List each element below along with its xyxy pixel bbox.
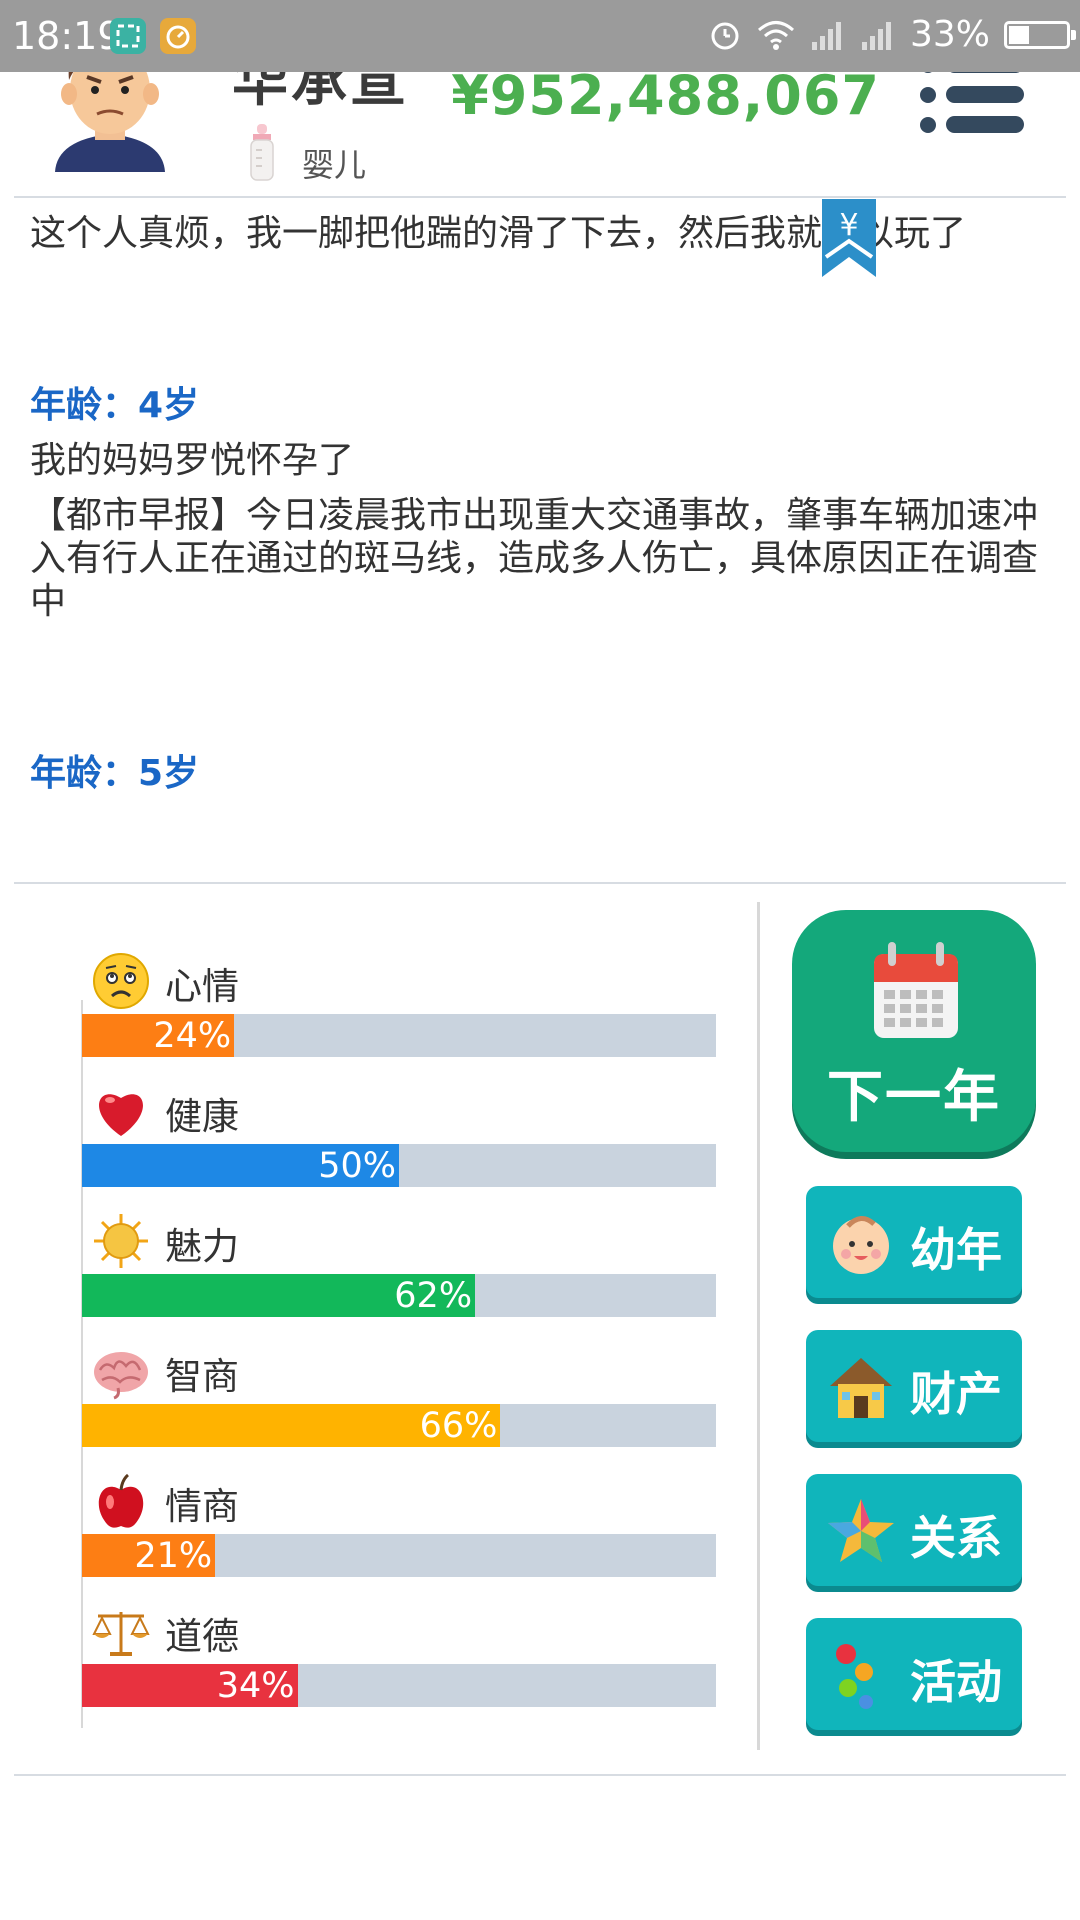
stat-bar: 24% — [82, 1014, 716, 1057]
next-year-label: 下一年 — [827, 1065, 1001, 1130]
stat-label: 心情 — [165, 965, 239, 1008]
status-right: 33% — [708, 14, 1076, 55]
battery-icon — [1004, 20, 1076, 49]
stat-value: 62% — [394, 1276, 473, 1316]
vertical-divider — [757, 902, 760, 1750]
timer-app-icon — [160, 18, 196, 54]
stat-label: 健康 — [165, 1095, 239, 1138]
log-entry: 我的妈妈罗悦怀孕了 — [30, 440, 355, 481]
status-time: 18:19 — [12, 14, 122, 58]
stat-bar: 62% — [82, 1274, 716, 1317]
apple-icon — [98, 1473, 144, 1528]
stat-label: 情商 — [165, 1485, 239, 1528]
sun-icon — [94, 1214, 148, 1268]
stat-value: 21% — [134, 1536, 213, 1576]
battery-percent: 33% — [909, 14, 990, 55]
life-stage: 婴儿 — [302, 146, 367, 184]
activities-button[interactable]: 活动 — [806, 1618, 1022, 1730]
assets-label: 财产 — [910, 1367, 1002, 1421]
stat-value: 50% — [318, 1146, 396, 1186]
svg-text:¥: ¥ — [839, 208, 858, 243]
stat-value: 34% — [216, 1666, 295, 1706]
log-entry: 【都市早报】今日凌晨我市出现重大交通事故，肇事车辆加速冲入有行人正在通过的斑马线… — [30, 495, 1039, 622]
next-year-button[interactable]: 下一年 — [792, 910, 1036, 1152]
stat-bar-fill: 21% — [82, 1534, 216, 1577]
activities-label: 活动 — [910, 1655, 1002, 1709]
alarm-icon — [711, 22, 739, 49]
assets-button[interactable]: 财产 — [806, 1330, 1022, 1442]
log-age-label: 年龄：4岁 — [30, 385, 200, 426]
stat-bar-fill: 34% — [82, 1664, 298, 1707]
heart-icon — [99, 1094, 143, 1136]
money-bookmark-icon[interactable]: ¥ — [822, 199, 876, 277]
house-icon — [830, 1358, 892, 1418]
stat-bar: 66% — [82, 1404, 716, 1447]
activity-dots-icon — [836, 1644, 873, 1709]
log-divider — [14, 882, 1066, 884]
relations-label: 关系 — [910, 1511, 1002, 1565]
stat-bar: 50% — [82, 1144, 716, 1187]
screenshot-app-icon — [110, 18, 146, 54]
brain-icon — [94, 1352, 148, 1400]
childhood-button[interactable]: 幼年 — [806, 1186, 1022, 1298]
calendar-icon — [874, 942, 958, 1038]
stat-bar-fill: 62% — [82, 1274, 476, 1317]
log-age-label: 年龄：5岁 — [30, 753, 200, 794]
baby-face-icon — [833, 1216, 889, 1274]
stat-bar: 34% — [82, 1664, 716, 1707]
stats-frame-line — [81, 1000, 83, 1728]
stat-bar-fill: 24% — [82, 1014, 235, 1057]
stat-label: 道德 — [165, 1615, 239, 1658]
log-entry: 这个人真烦，我一脚把他踹的滑了下去，然后我就可以玩了 — [30, 213, 967, 254]
scales-icon — [92, 1612, 150, 1656]
stat-bar: 21% — [82, 1534, 716, 1577]
event-log[interactable]: 这个人真烦，我一脚把他踹的滑了下去，然后我就可以玩了 年龄：4岁 我的妈妈罗悦怀… — [30, 212, 1040, 795]
stat-bar-fill: 50% — [82, 1144, 399, 1187]
stat-value: 24% — [153, 1016, 232, 1056]
status-bar: 18:19 33% — [0, 0, 1080, 72]
stat-value: 66% — [419, 1406, 498, 1446]
worried-face-icon — [93, 953, 149, 1009]
signal-icon-2 — [861, 21, 891, 50]
stat-bar-fill: 66% — [82, 1404, 501, 1447]
header-divider — [14, 196, 1066, 198]
stat-label: 智商 — [165, 1355, 239, 1398]
signal-icon-1 — [811, 21, 841, 50]
childhood-label: 幼年 — [910, 1223, 1002, 1277]
relations-button[interactable]: 关系 — [806, 1474, 1022, 1586]
baby-bottle-icon — [250, 124, 274, 181]
footer-divider — [14, 1774, 1066, 1776]
star-icon — [828, 1499, 894, 1562]
wifi-icon — [757, 20, 794, 50]
stat-label: 魅力 — [165, 1225, 239, 1268]
money-balance: ¥952,488,067 — [451, 64, 880, 127]
